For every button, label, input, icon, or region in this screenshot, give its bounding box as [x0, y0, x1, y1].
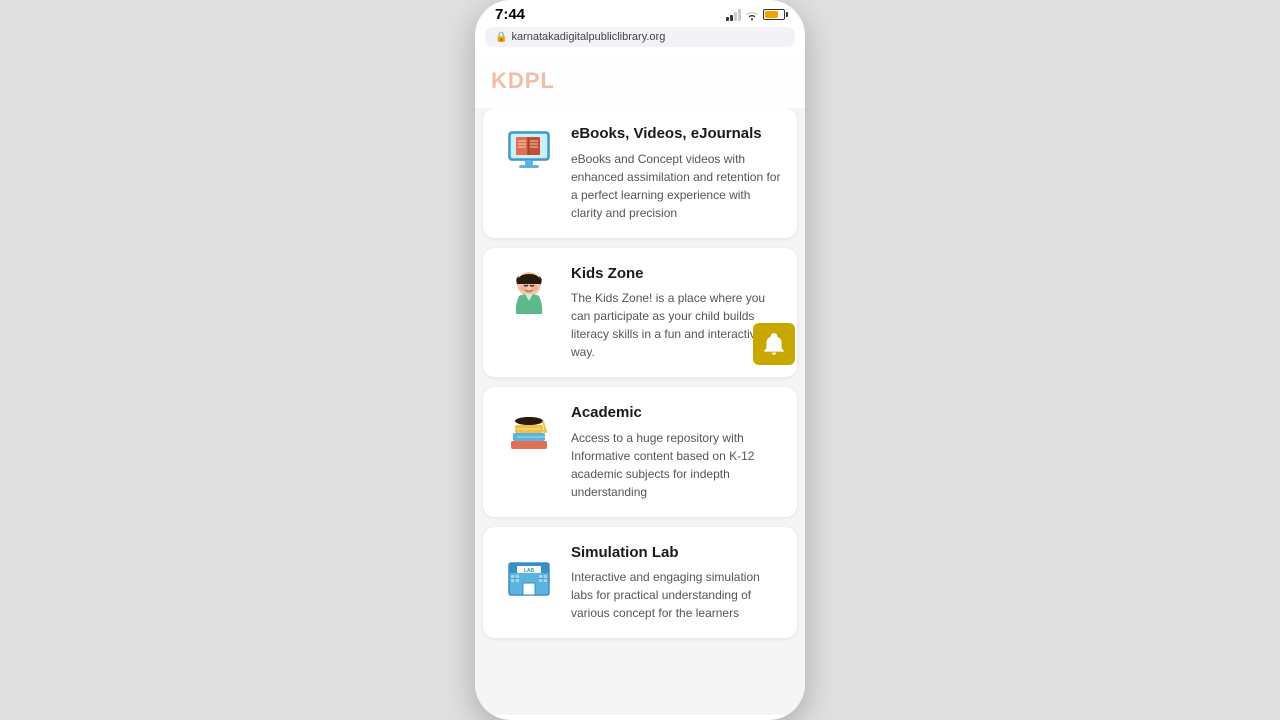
card-simulation-lab-text: Simulation Lab Interactive and engaging …: [571, 543, 781, 623]
card-simulation-lab-desc: Interactive and engaging simulation labs…: [571, 568, 781, 622]
signal-icon: [726, 9, 741, 21]
card-simulation-lab[interactable]: LAB Simulation Lab In: [483, 527, 797, 639]
card-ebooks[interactable]: eBooks, Videos, eJournals eBooks and Con…: [483, 108, 797, 238]
academic-icon: [499, 403, 559, 463]
lock-icon: 🔒: [495, 32, 507, 43]
notification-badge[interactable]: [753, 323, 795, 365]
phone-frame: 7:44 🔒 karnatakadigitalpubliclibrary.org…: [475, 0, 805, 720]
header-title: KDPL: [491, 68, 555, 94]
status-icons: [726, 9, 785, 21]
card-kids-zone-title: Kids Zone: [571, 264, 781, 284]
card-kids-zone[interactable]: Kids Zone The Kids Zone! is a place wher…: [483, 248, 797, 378]
battery-icon: [763, 9, 785, 20]
page-header: KDPL: [475, 53, 805, 108]
card-ebooks-title: eBooks, Videos, eJournals: [571, 124, 781, 144]
status-time: 7:44: [495, 6, 525, 23]
status-bar: 7:44: [475, 0, 805, 27]
card-academic-text: Academic Access to a huge repository wit…: [571, 403, 781, 501]
card-simulation-lab-title: Simulation Lab: [571, 543, 781, 563]
card-kids-zone-text: Kids Zone The Kids Zone! is a place wher…: [571, 264, 781, 362]
battery-fill: [765, 11, 778, 18]
card-academic-desc: Access to a huge repository with Informa…: [571, 429, 781, 501]
wifi-icon: [745, 9, 759, 21]
bell-icon: [761, 331, 787, 357]
ebooks-icon: [499, 124, 559, 184]
svg-text:LAB: LAB: [524, 568, 535, 574]
url-bar[interactable]: 🔒 karnatakadigitalpubliclibrary.org: [485, 27, 795, 47]
card-ebooks-desc: eBooks and Concept videos with enhanced …: [571, 150, 781, 222]
card-kids-zone-desc: The Kids Zone! is a place where you can …: [571, 289, 781, 361]
card-ebooks-text: eBooks, Videos, eJournals eBooks and Con…: [571, 124, 781, 222]
kids-zone-icon: [499, 264, 559, 324]
url-text: karnatakadigitalpubliclibrary.org: [511, 31, 665, 43]
content-area[interactable]: KDPL: [475, 53, 805, 715]
card-academic[interactable]: Academic Access to a huge repository wit…: [483, 387, 797, 517]
card-academic-title: Academic: [571, 403, 781, 423]
simulation-lab-icon: LAB: [499, 543, 559, 603]
